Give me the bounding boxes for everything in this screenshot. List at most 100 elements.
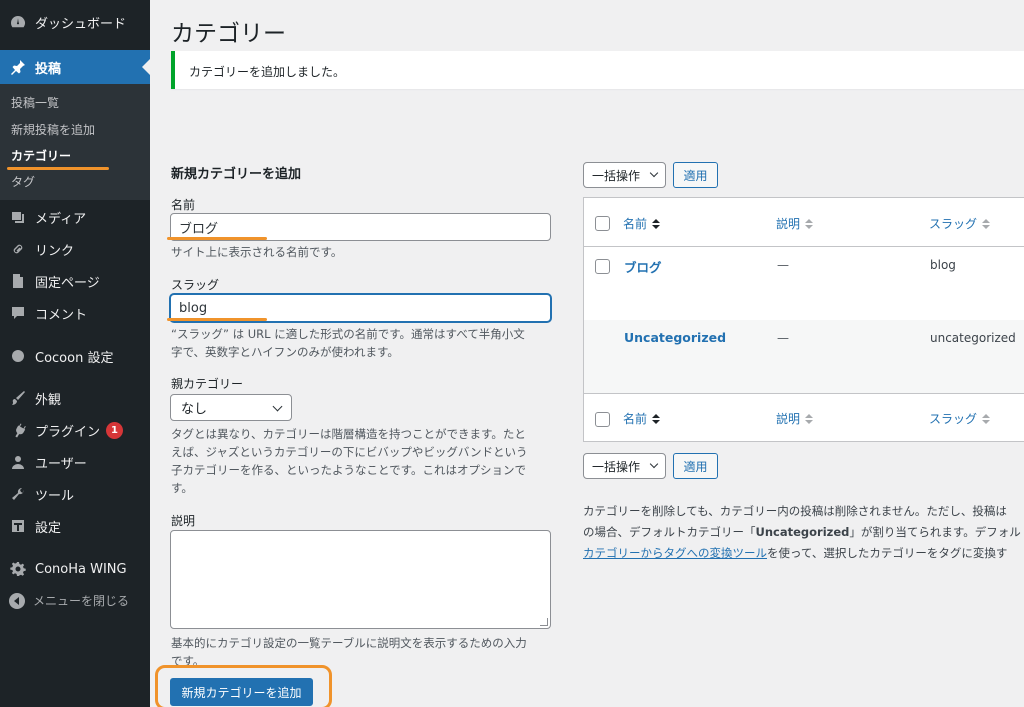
description-textarea[interactable] xyxy=(170,530,551,629)
parent-help-text: タグとは異なり、カテゴリーは階層構造を持つことができます。たと えば、ジャズとい… xyxy=(171,425,551,497)
parent-category-select[interactable]: なし xyxy=(170,394,292,421)
submenu-tags[interactable]: タグ xyxy=(11,173,35,190)
description-help-line: 基本的にカテゴリ設定の一覧テーブルに説明文を表示するための入力 xyxy=(171,636,527,650)
notes-line: カテゴリーを削除しても、カテゴリー内の投稿は削除されません。ただし、投稿は xyxy=(583,504,1007,518)
name-label: 名前 xyxy=(171,198,196,212)
parent-help-line: す。 xyxy=(171,481,193,495)
menu-pages[interactable]: 固定ページ xyxy=(0,264,150,298)
menu-cocoon[interactable]: Cocoon 設定 xyxy=(0,339,150,373)
menu-dashboard[interactable]: ダッシュボード xyxy=(0,5,150,39)
column-slug-label: スラッグ xyxy=(929,412,978,426)
column-name[interactable]: 名前 xyxy=(623,215,661,232)
column-description-footer[interactable]: 説明 xyxy=(776,410,814,427)
brush-icon xyxy=(9,389,27,407)
category-slug: uncategorized xyxy=(930,331,1016,345)
admin-sidebar: ダッシュボード 投稿 投稿一覧 新規投稿を追加 カテゴリー タグ メディア リン… xyxy=(0,0,150,707)
apply-button-bottom[interactable]: 適用 xyxy=(673,453,718,479)
slug-highlight-underline xyxy=(167,318,267,321)
sort-icon xyxy=(982,413,991,424)
column-description-label: 説明 xyxy=(776,412,801,426)
column-slug[interactable]: スラッグ xyxy=(929,215,991,232)
category-name-link[interactable]: ブログ xyxy=(624,257,662,276)
column-name-footer[interactable]: 名前 xyxy=(623,410,661,427)
category-slug: blog xyxy=(930,258,956,272)
column-name-label: 名前 xyxy=(623,217,648,231)
submenu-all-posts[interactable]: 投稿一覧 xyxy=(11,94,59,111)
menu-cocoon-label: Cocoon 設定 xyxy=(35,350,114,366)
bulk-action-select-bottom[interactable]: 一括操作 xyxy=(583,453,666,479)
menu-settings-label: 設定 xyxy=(35,520,62,536)
category-description: — xyxy=(777,258,789,272)
menu-tools-label: ツール xyxy=(35,488,75,504)
menu-media[interactable]: メディア xyxy=(0,200,150,234)
category-notes: カテゴリーを削除しても、カテゴリー内の投稿は削除されません。ただし、投稿は の場… xyxy=(583,501,1024,564)
description-label: 説明 xyxy=(171,514,196,528)
user-icon xyxy=(9,453,27,471)
name-highlight-underline xyxy=(167,237,267,240)
success-notice-text: カテゴリーを追加しました。 xyxy=(189,65,346,79)
add-category-button[interactable]: 新規カテゴリーを追加 xyxy=(170,678,313,706)
column-description[interactable]: 説明 xyxy=(776,215,814,232)
notes-text: 」が割り当てられます。デフォル xyxy=(849,525,1021,539)
page-icon xyxy=(9,272,27,290)
parent-label: 親カテゴリー xyxy=(171,377,244,391)
slug-help-line: “スラッグ” は URL に適した形式の名前です。通常はすべて半角小文 xyxy=(171,327,525,341)
table-header: 名前 説明 スラッグ xyxy=(584,198,1024,247)
category-name-link[interactable]: Uncategorized xyxy=(624,330,726,345)
menu-tools[interactable]: ツール xyxy=(0,477,150,511)
bulk-action-select-top[interactable]: 一括操作 xyxy=(583,162,666,188)
menu-conoha[interactable]: ConoHa WING xyxy=(0,552,150,586)
parent-help-line: 子カテゴリーを作る、といったようなことです。これはオプションで xyxy=(171,463,527,477)
submenu-add-post[interactable]: 新規投稿を追加 xyxy=(11,121,95,138)
wrench-icon xyxy=(9,485,27,503)
table-row: ブログ — blog xyxy=(584,247,1024,320)
slug-help-text: “スラッグ” は URL に適した形式の名前です。通常はすべて半角小文 字で、英… xyxy=(171,325,551,361)
menu-appearance[interactable]: 外観 xyxy=(0,381,150,415)
menu-settings[interactable]: 設定 xyxy=(0,509,150,543)
menu-pages-label: 固定ページ xyxy=(35,275,100,291)
categories-table: 名前 説明 スラッグ ブログ — blog Uncategorized — un… xyxy=(583,197,1024,442)
column-name-label: 名前 xyxy=(623,412,648,426)
notes-text: を使って、選択したカテゴリーをタグに変換す xyxy=(767,546,1008,560)
resize-grip-icon[interactable] xyxy=(540,618,548,626)
slug-help-line: 字で、英数字とハイフンのみが使われます。 xyxy=(171,345,399,359)
menu-posts[interactable]: 投稿 xyxy=(0,50,150,84)
sort-icon xyxy=(652,413,661,424)
menu-comments[interactable]: コメント xyxy=(0,296,150,330)
parent-category-value: なし xyxy=(181,402,208,417)
select-all-checkbox-footer[interactable] xyxy=(595,412,610,427)
category-tag-converter-link[interactable]: カテゴリーからタグへの変換ツール xyxy=(583,546,767,560)
cocoon-icon xyxy=(9,347,27,365)
bulk-action-label: 一括操作 xyxy=(592,168,641,183)
menu-users[interactable]: ユーザー xyxy=(0,445,150,479)
menu-plugins[interactable]: プラグイン 1 xyxy=(0,413,150,447)
category-description: — xyxy=(777,331,789,345)
comment-icon xyxy=(9,304,27,322)
name-help-text: サイト上に表示される名前です。 xyxy=(171,245,343,259)
menu-links-label: リンク xyxy=(35,243,75,259)
chevron-down-icon xyxy=(272,401,283,412)
sort-icon xyxy=(652,218,661,229)
column-description-label: 説明 xyxy=(776,217,801,231)
link-icon xyxy=(9,240,27,258)
row-checkbox[interactable] xyxy=(595,259,610,274)
select-all-checkbox[interactable] xyxy=(595,216,610,231)
plugin-icon xyxy=(9,421,27,439)
apply-button-top[interactable]: 適用 xyxy=(673,162,718,188)
collapse-arrow-icon xyxy=(9,592,25,609)
parent-help-line: えば、ジャズというカテゴリーの下にビバップやビッグバンドという xyxy=(171,445,528,459)
page-title: カテゴリー xyxy=(171,21,286,47)
submenu-categories[interactable]: カテゴリー xyxy=(11,147,71,164)
default-category-name: Uncategorized xyxy=(755,525,850,539)
menu-links[interactable]: リンク xyxy=(0,232,150,266)
add-category-heading: 新規カテゴリーを追加 xyxy=(171,167,302,182)
chevron-down-icon xyxy=(649,459,659,469)
menu-posts-label: 投稿 xyxy=(35,61,62,77)
posts-submenu: 投稿一覧 新規投稿を追加 カテゴリー タグ xyxy=(0,84,150,200)
table-row: Uncategorized — uncategorized xyxy=(584,320,1024,393)
sort-icon xyxy=(982,218,991,229)
success-notice: カテゴリーを追加しました。 xyxy=(171,51,1024,89)
collapse-menu-button[interactable]: メニューを閉じる xyxy=(9,592,129,609)
column-slug-footer[interactable]: スラッグ xyxy=(929,410,991,427)
sort-icon xyxy=(805,413,814,424)
